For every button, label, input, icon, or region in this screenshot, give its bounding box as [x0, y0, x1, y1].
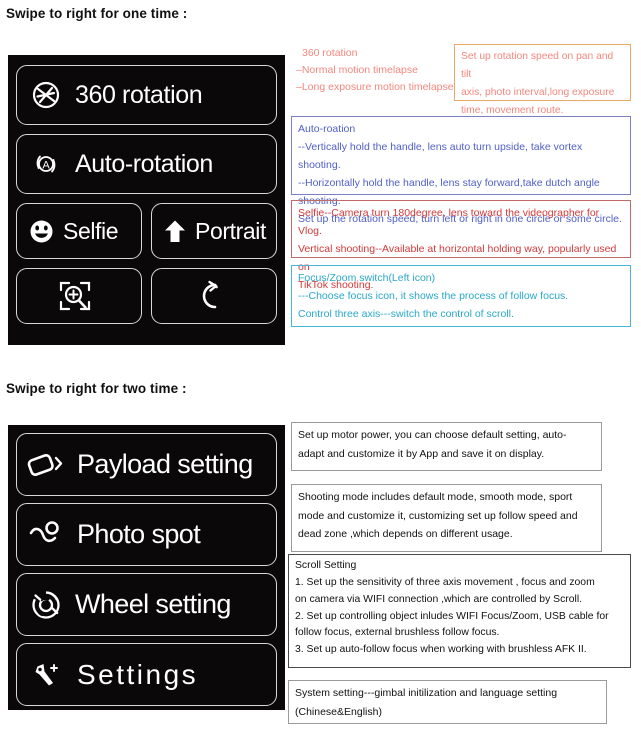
annotation-motor-power-box: Set up motor power, you can choose defau… — [291, 422, 602, 471]
button-row: A Auto-rotation — [16, 134, 277, 194]
focus-zoom-icon — [57, 279, 93, 313]
annotation-line: Auto-roation — [298, 123, 356, 135]
up-arrow-icon — [163, 218, 187, 245]
annotation-auto-rotation-box: Auto-roation --Vertically hold the handl… — [291, 116, 631, 225]
device-button-360-rotation[interactable]: 360 rotation — [16, 65, 277, 125]
payload-camera-icon — [27, 448, 67, 482]
annotation-line: Focus/Zoom switch(Left icon) — [298, 272, 436, 284]
annotation-line: --Horizontally hold the handle, lens sta… — [298, 177, 600, 190]
annotation-line: 1. Set up the sensitivity of three axis … — [295, 576, 595, 588]
device-button-label: Photo spot — [77, 519, 201, 549]
device-button-portrait[interactable]: Portrait — [151, 203, 277, 259]
annotation-line: Scroll Setting — [295, 560, 357, 571]
device-screen-panel-two: Payload setting Photo spot Wheel setting — [8, 425, 285, 710]
section-title-one: Swipe to right for one time : — [6, 6, 188, 21]
device-button-settings[interactable]: Settings — [16, 643, 277, 706]
device-button-label: Settings — [77, 658, 199, 690]
annotation-line: 2. Set up controlling object inludes WIF… — [295, 610, 609, 622]
button-row — [16, 268, 277, 324]
section-title-two: Swipe to right for two time : — [6, 381, 187, 396]
device-button-wheel-setting[interactable]: Wheel setting — [16, 573, 277, 636]
rotation-wheel-icon — [31, 80, 61, 110]
wrench-icon — [27, 658, 67, 692]
annotation-line: on camera via WIFI connection ,which are… — [295, 593, 583, 605]
annotation-line: adapt and customize it by App and save i… — [298, 447, 545, 460]
annotation-line: Set up motor power, you can choose defau… — [298, 429, 567, 441]
photo-spot-path-icon — [27, 518, 67, 552]
annotation-line: follow focus, external brushless follow … — [295, 627, 500, 639]
button-row: Selfie Portrait — [16, 203, 277, 259]
annotation-line: Control three axis---switch the control … — [298, 308, 514, 321]
smiley-face-icon — [28, 218, 55, 245]
annotation-line: dead zone ,which depends on different us… — [298, 528, 513, 541]
annotation-line: axis, photo interval,long exposure — [461, 87, 615, 99]
annotation-line: System setting---gimbal initilization an… — [295, 687, 558, 699]
device-button-focus-zoom[interactable] — [16, 268, 142, 324]
device-button-label: Wheel setting — [75, 589, 231, 619]
device-button-label: Payload setting — [77, 449, 253, 479]
device-screen-panel-one: 360 rotation A Auto-rotation Selfie Port… — [8, 55, 285, 345]
annotation-line: mode and customize it, customizing set u… — [298, 509, 578, 522]
device-button-label: Selfie — [63, 217, 119, 244]
annotation-line: Shooting mode includes default mode, smo… — [298, 491, 573, 503]
annotation-line: 3. Set up auto-follow focus when working… — [295, 644, 587, 656]
device-button-selfie[interactable]: Selfie — [16, 203, 142, 259]
device-button-scroll-switch[interactable] — [151, 268, 277, 324]
device-button-photo-spot[interactable]: Photo spot — [16, 503, 277, 566]
annotation-line: Selfie--Camera turn 180degree, lens towa… — [298, 207, 600, 238]
annotation-selfie-box: Selfie--Camera turn 180degree, lens towa… — [291, 200, 631, 291]
annotation-system-setting-box: System setting---gimbal initilization an… — [288, 680, 607, 724]
annotation-shooting-mode-box: Shooting mode includes default mode, smo… — [291, 484, 602, 552]
annotation-rotation-speed-box: Set up rotation speed on pan and tilt ax… — [454, 44, 631, 116]
annotation-focus-zoom-box: Focus/Zoom switch(Left icon) ---Choose f… — [291, 265, 631, 327]
button-row: 360 rotation — [16, 65, 277, 125]
annotation-line: (Chinese&English) — [295, 705, 382, 718]
wheel-aperture-icon — [27, 588, 65, 622]
annotation-line: ---Choose focus icon, it shows the proce… — [298, 290, 569, 303]
annotation-line: --Vertically hold the handle, lens auto … — [298, 141, 583, 172]
device-button-label: 360 rotation — [75, 80, 203, 109]
auto-rotate-a-icon: A — [31, 149, 61, 179]
scroll-switch-icon — [195, 279, 225, 313]
annotation-scroll-setting-box: Scroll Setting 1. Set up the sensitivity… — [288, 554, 631, 668]
device-button-auto-rotation[interactable]: A Auto-rotation — [16, 134, 277, 194]
device-button-payload-setting[interactable]: Payload setting — [16, 433, 277, 496]
svg-text:A: A — [42, 160, 50, 172]
annotation-line: Set up rotation speed on pan and tilt — [461, 51, 614, 81]
device-button-label: Portrait — [195, 217, 266, 244]
device-button-label: Auto-rotation — [75, 149, 213, 178]
